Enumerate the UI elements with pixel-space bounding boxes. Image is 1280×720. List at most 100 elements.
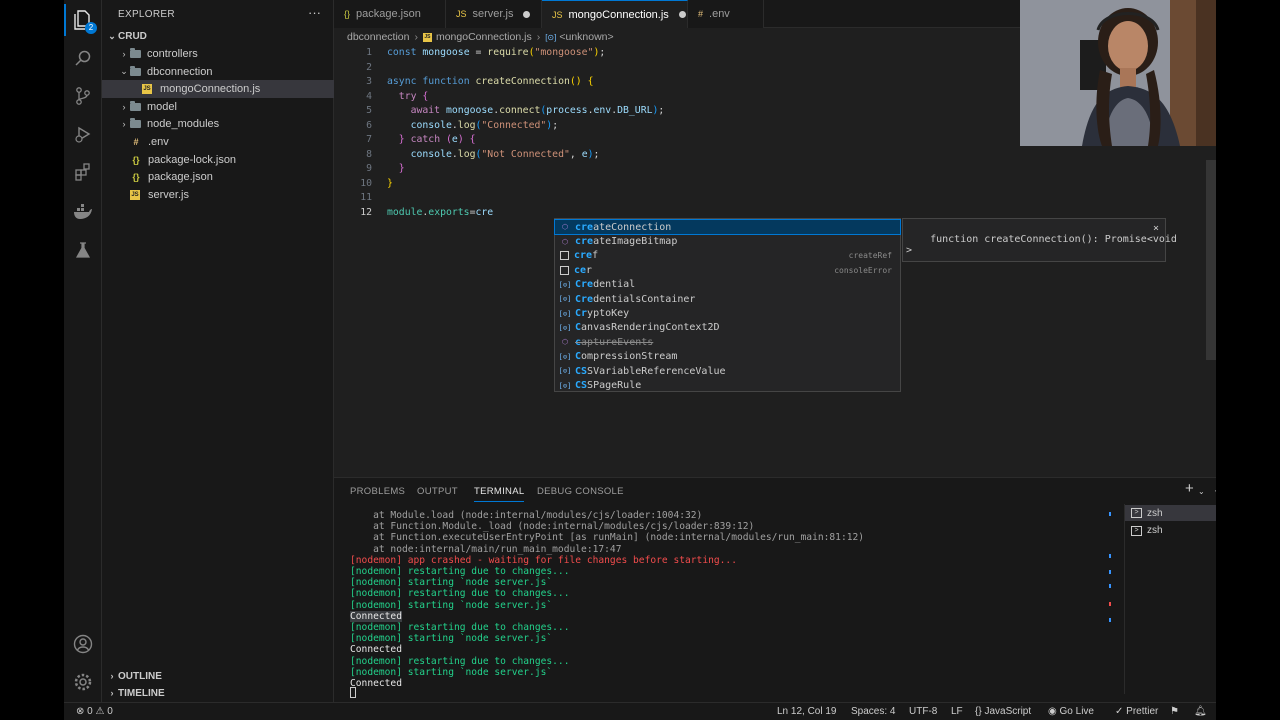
- unsaved-dot-icon[interactable]: [523, 10, 531, 18]
- code-token: ;: [599, 47, 606, 58]
- tree-item[interactable]: {} package-lock.json: [102, 151, 334, 169]
- go-live-button[interactable]: ◉ Go Live: [1048, 706, 1094, 717]
- eol-status[interactable]: LF: [951, 706, 963, 717]
- code-token: log: [457, 148, 476, 160]
- panel-tab[interactable]: DEBUG CONSOLE: [537, 486, 624, 497]
- suggestion-label: cer: [574, 265, 834, 276]
- suggestion-match: Cr: [575, 308, 588, 320]
- terminal-line: [nodemon] starting `node server.js`: [350, 667, 552, 678]
- terminal-line-text: [nodemon] starting `node server.js`: [350, 633, 553, 645]
- suggestion-label: CredentialsContainer: [575, 294, 900, 305]
- more-actions-icon[interactable]: ···: [308, 5, 321, 20]
- breadcrumb-symbol[interactable]: <unknown>: [559, 31, 613, 43]
- explorer-icon[interactable]: 2: [64, 4, 97, 36]
- terminal-instance[interactable]: > zsh: [1125, 505, 1216, 521]
- chevron-down-icon: ⌄: [108, 30, 116, 41]
- terminal-line: [nodemon] restarting due to changes...: [350, 622, 570, 633]
- suggestion-item[interactable]: [⊙] CredentialsContainer: [555, 292, 900, 306]
- tree-item[interactable]: JS server.js: [102, 186, 334, 204]
- code-token: try: [398, 90, 417, 102]
- new-terminal-icon[interactable]: +: [1185, 480, 1194, 497]
- broadcast-icon: ◉: [1048, 706, 1060, 717]
- breadcrumb-folder[interactable]: dbconnection: [347, 31, 409, 43]
- workspace-root[interactable]: ⌄ CRUD: [102, 27, 334, 45]
- tree-item[interactable]: › model: [102, 98, 334, 116]
- suggestion-label: CSSVariableReferenceValue: [575, 366, 900, 377]
- problems-status[interactable]: ⊗ 0 ⚠ 0: [76, 706, 113, 717]
- tree-item[interactable]: › controllers: [102, 45, 334, 63]
- language-mode[interactable]: {} JavaScript: [975, 706, 1031, 717]
- editor-scrollbar[interactable]: [1206, 160, 1216, 360]
- feedback-icon[interactable]: ⚑: [1170, 706, 1179, 717]
- suggestion-item[interactable]: [⊙] CSSVariableReferenceValue: [555, 364, 900, 378]
- chevron-down-icon: ⌄: [120, 66, 128, 77]
- terminal-output[interactable]: at Module.load (node:internal/modules/cj…: [334, 510, 1104, 700]
- editor-tab[interactable]: JS mongoConnection.js: [542, 0, 688, 28]
- panel-tab[interactable]: TERMINAL: [474, 486, 525, 502]
- tree-item-label: .env: [148, 136, 169, 148]
- chevron-down-icon[interactable]: ⌄: [1198, 487, 1205, 496]
- tree-item[interactable]: JS mongoConnection.js: [102, 80, 334, 99]
- notifications-bell-icon[interactable]: 🔔︎: [1194, 706, 1207, 717]
- breadcrumb-file[interactable]: mongoConnection.js: [436, 31, 532, 43]
- suggestion-rest: dentialsContainer: [593, 293, 696, 305]
- tree-item[interactable]: {} package.json: [102, 168, 334, 186]
- tree-item[interactable]: ⌄ dbconnection: [102, 63, 334, 81]
- indentation-status[interactable]: Spaces: 4: [851, 706, 895, 717]
- editor-tab[interactable]: # .env: [688, 0, 764, 28]
- code-token: ;: [552, 119, 559, 131]
- panel-tab[interactable]: PROBLEMS: [350, 486, 405, 497]
- encoding-status[interactable]: UTF-8: [909, 706, 937, 717]
- suggestion-item[interactable]: [⊙] Credential: [555, 278, 900, 292]
- prettier-status[interactable]: ✓ Prettier: [1115, 706, 1158, 717]
- folder-icon: [130, 118, 141, 129]
- line-number: 1: [366, 47, 372, 58]
- account-icon[interactable]: [73, 634, 93, 654]
- editor-tab[interactable]: JS server.js: [446, 0, 542, 28]
- panel-tab[interactable]: OUTPUT: [417, 486, 458, 497]
- docker-icon[interactable]: [73, 202, 93, 222]
- letterbox-right: [1216, 146, 1280, 720]
- suggestion-item[interactable]: [⊙] CanvasRenderingContext2D: [555, 321, 900, 335]
- suggestion-item[interactable]: [⊙] CSSPageRule: [555, 378, 900, 392]
- tree-item[interactable]: › node_modules: [102, 115, 334, 133]
- suggestion-item[interactable]: cref createRef: [555, 249, 900, 263]
- run-debug-icon[interactable]: [73, 124, 93, 144]
- suggestion-item[interactable]: [⊙] CryptoKey: [555, 306, 900, 320]
- timeline-section[interactable]: › TIMELINE: [102, 684, 334, 702]
- unsaved-dot-icon[interactable]: [678, 11, 686, 18]
- outline-section[interactable]: › OUTLINE: [102, 667, 334, 685]
- extensions-icon[interactable]: [73, 162, 93, 182]
- status-bar: ⊗ 0 ⚠ 0 Ln 12, Col 19 Spaces: 4 UTF-8 LF…: [64, 702, 1216, 720]
- source-control-icon[interactable]: [73, 86, 93, 106]
- tree-item[interactable]: # .env: [102, 133, 334, 151]
- more-actions-icon[interactable]: ···: [1214, 483, 1216, 497]
- editor-tab[interactable]: {} package.json: [334, 0, 446, 28]
- suggestion-item[interactable]: ⬡ createConnection: [554, 218, 901, 236]
- settings-gear-icon[interactable]: [73, 672, 93, 692]
- code-token: }: [387, 177, 393, 189]
- suggestion-item[interactable]: ⬡ captureEvents: [555, 335, 900, 349]
- terminal-line: Connected: [350, 678, 402, 689]
- suggest-widget: ⬡ createConnection ⬡ createImageBitmap cref c…: [554, 218, 901, 392]
- cursor-position[interactable]: Ln 12, Col 19: [777, 706, 837, 717]
- terminal-line-text: at Function.Module._load (node:internal/…: [350, 521, 755, 533]
- close-icon[interactable]: ×: [1153, 223, 1159, 234]
- explorer-title: EXPLORER: [118, 9, 175, 20]
- testing-icon[interactable]: [73, 240, 93, 260]
- suggestion-item[interactable]: ⬡ createImageBitmap: [555, 234, 900, 248]
- suggestion-detail: consoleError: [834, 265, 892, 275]
- js-file-icon: JS: [422, 32, 432, 42]
- terminal-instance[interactable]: > zsh: [1125, 523, 1216, 539]
- tab-label: mongoConnection.js: [568, 8, 669, 21]
- suggestion-item[interactable]: [⊙] CompressionStream: [555, 350, 900, 364]
- code-text: module.exports=cre: [387, 206, 493, 221]
- suggestion-item[interactable]: cer consoleError: [555, 263, 900, 277]
- search-icon[interactable]: [73, 48, 93, 68]
- method-icon: ⬡: [561, 223, 569, 232]
- js-file-icon: JS: [456, 9, 467, 19]
